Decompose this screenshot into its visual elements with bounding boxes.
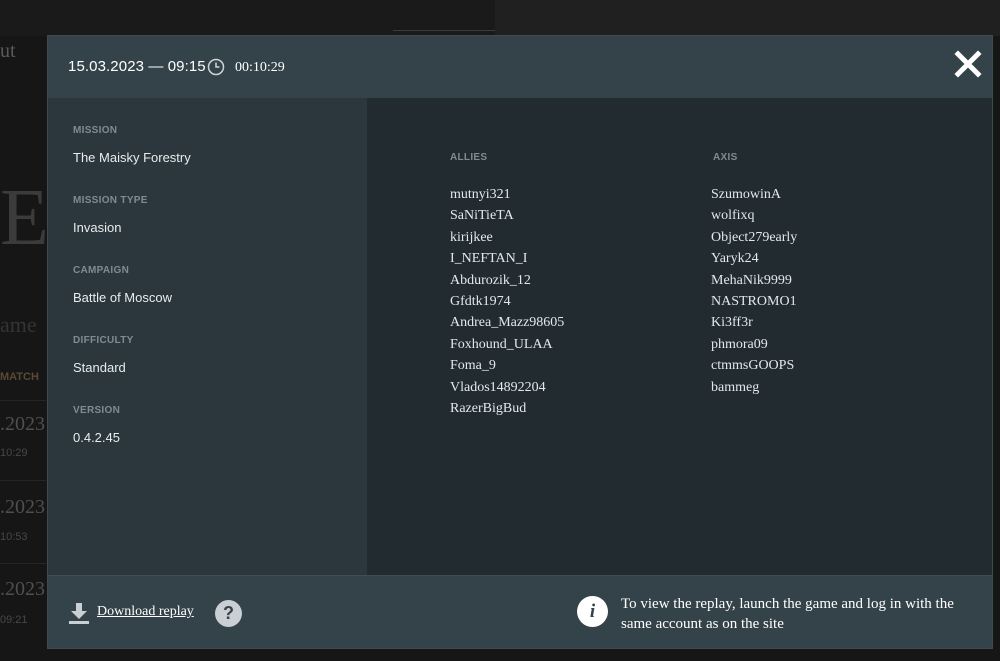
bg-nav-fragment: ut bbox=[0, 40, 16, 62]
bg-match-time: 10:53 bbox=[0, 531, 28, 543]
download-icon[interactable] bbox=[68, 602, 90, 624]
bg-hero-image bbox=[495, 0, 1000, 36]
match-datetime: 15.03.2023 — 09:15 bbox=[68, 58, 206, 75]
allies-player: SaNiTieTA bbox=[450, 208, 514, 224]
info-icon: i bbox=[577, 596, 608, 627]
allies-player: Abdurozik_12 bbox=[450, 272, 531, 288]
allies-heading: ALLIES bbox=[450, 152, 488, 163]
help-icon[interactable]: ? bbox=[215, 600, 242, 627]
campaign-label: CAMPAIGN bbox=[73, 265, 130, 276]
modal-footer: Download replay ? i To view the replay, … bbox=[48, 575, 992, 648]
allies-player: Foma_9 bbox=[450, 358, 496, 374]
axis-player: MehaNik9999 bbox=[711, 272, 792, 288]
allies-player: Vlados14892204 bbox=[450, 379, 546, 395]
allies-player: Gfdtk1974 bbox=[450, 293, 511, 309]
axis-player: phmora09 bbox=[711, 336, 768, 352]
bg-game-fragment: ame bbox=[0, 312, 37, 337]
bg-match-date: .2023 bbox=[0, 578, 45, 600]
bg-match-date: .2023 bbox=[0, 413, 45, 435]
details-panel: MISSION The Maisky Forestry MISSION TYPE… bbox=[48, 98, 367, 575]
difficulty-value: Standard bbox=[73, 360, 126, 375]
teams-panel: ALLIES mutnyi321 SaNiTieTA kirijkee I_NE… bbox=[367, 98, 992, 575]
match-duration: 00:10:29 bbox=[235, 60, 285, 75]
axis-player: bammeg bbox=[711, 379, 760, 395]
mission-type-label: MISSION TYPE bbox=[73, 195, 148, 206]
axis-player: SzumowinA bbox=[711, 187, 781, 202]
axis-player: Ki3ff3r bbox=[711, 315, 753, 331]
axis-heading: AXIS bbox=[713, 152, 738, 163]
mission-value: The Maisky Forestry bbox=[73, 150, 191, 165]
bg-match-time: 09:21 bbox=[0, 614, 28, 626]
bg-match-time: 10:29 bbox=[0, 447, 28, 459]
axis-player: Yaryk24 bbox=[711, 251, 759, 267]
allies-player: Foxhound_ULAA bbox=[450, 336, 553, 352]
bg-match-date: .2023 bbox=[0, 496, 45, 518]
version-value: 0.4.2.45 bbox=[73, 430, 120, 445]
allies-list: mutnyi321 SaNiTieTA kirijkee I_NEFTAN_I … bbox=[450, 184, 564, 419]
mission-label: MISSION bbox=[73, 125, 118, 136]
mission-type-value: Invasion bbox=[73, 220, 122, 235]
download-replay-link[interactable]: Download replay bbox=[97, 604, 194, 620]
axis-player: Object279early bbox=[711, 229, 798, 245]
axis-player: NASTROMO1 bbox=[711, 293, 797, 309]
bg-match-row-divider bbox=[0, 563, 46, 564]
axis-player: ctmmsGOOPS bbox=[711, 358, 795, 374]
axis-list: SzumowinA wolfixq Object279early Yaryk24… bbox=[711, 184, 797, 398]
difficulty-label: DIFFICULTY bbox=[73, 335, 134, 346]
allies-player: Andrea_Mazz98605 bbox=[450, 315, 565, 331]
campaign-value: Battle of Moscow bbox=[73, 290, 172, 305]
bg-hero-divider bbox=[393, 30, 495, 31]
bg-match-row-divider bbox=[0, 480, 46, 481]
axis-player: wolfixq bbox=[711, 208, 755, 224]
close-icon[interactable] bbox=[952, 48, 984, 80]
allies-player: I_NEFTAN_I bbox=[450, 251, 528, 267]
clock-icon bbox=[207, 58, 225, 76]
version-label: VERSION bbox=[73, 405, 121, 416]
allies-player: RazerBigBud bbox=[450, 400, 527, 416]
bg-match-header: MATCH bbox=[0, 371, 39, 383]
replay-info-text: To view the replay, launch the game and … bbox=[621, 596, 954, 632]
bg-hero-letter: E bbox=[0, 174, 49, 262]
allies-player: mutnyi321 bbox=[450, 187, 511, 202]
modal-header: 15.03.2023 — 09:15 00:10:29 bbox=[48, 36, 992, 98]
bg-match-row-divider bbox=[0, 400, 46, 401]
allies-player: kirijkee bbox=[450, 229, 493, 245]
replay-modal: 15.03.2023 — 09:15 00:10:29 MISSION The … bbox=[47, 35, 993, 649]
